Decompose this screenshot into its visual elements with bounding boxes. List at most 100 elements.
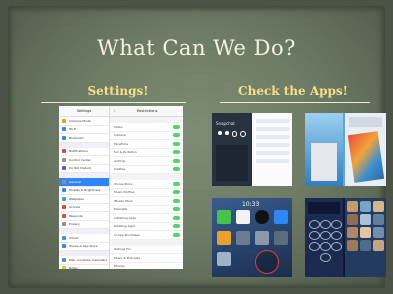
settings-list-item: Notes	[59, 264, 109, 269]
folder-icon	[274, 231, 288, 245]
restriction-label: FaceTime	[114, 141, 129, 146]
settings-item-icon	[62, 222, 66, 227]
settings-list: Settings Airplane Mode Wi-Fi Bluetooth Noti…	[59, 106, 110, 269]
toggle-switch	[173, 190, 180, 195]
settings-item-label: iCloud	[69, 235, 79, 240]
calculator-screen	[305, 198, 343, 277]
restriction-label: CarPlay	[114, 167, 126, 172]
settings-item-icon	[62, 166, 66, 171]
messages-icon	[217, 210, 231, 224]
restriction-label: AirDrop	[114, 158, 126, 163]
settings-item-icon	[62, 127, 66, 132]
toggle-switch	[173, 207, 180, 212]
settings-item-label: Airplane Mode	[69, 118, 91, 123]
highlighted-folder	[255, 250, 279, 274]
settings-item-label: iTunes & App Store	[69, 244, 98, 249]
settings-screenshot: Settings Airplane Mode Wi-Fi Bluetooth Noti…	[59, 106, 183, 269]
passcode-dots	[218, 131, 246, 137]
settings-item-icon	[62, 257, 66, 262]
restriction-row: Podcasts	[110, 205, 183, 214]
settings-list-title: Settings	[59, 106, 109, 117]
settings-list-item: Bluetooth	[59, 134, 109, 143]
restriction-row: Music Profiles	[110, 188, 183, 197]
app-screenshot-homescreen: 10:33	[212, 198, 292, 277]
restriction-row: Camera	[110, 131, 183, 140]
settings-list-item: Passcode	[59, 212, 109, 221]
restrictions-title: Restrictions	[136, 109, 158, 113]
folder-icon	[217, 231, 231, 245]
settings-item-label: Mail, Contacts, Calendars	[69, 257, 108, 262]
toggle-switch	[173, 215, 180, 220]
folder-icon	[255, 231, 269, 245]
settings-item-icon	[62, 235, 66, 240]
folder-icon	[217, 252, 231, 266]
toggle-switch	[173, 133, 180, 138]
settings-item-icon	[62, 149, 66, 154]
settings-item-label: Privacy	[69, 222, 80, 227]
toggle-switch	[173, 181, 180, 186]
slide-title: What Can We Do?	[97, 36, 296, 60]
settings-item-label: Display & Brightness	[69, 188, 101, 193]
photo-panel	[345, 113, 386, 186]
settings-list-item: Notifications	[59, 147, 109, 156]
settings-item-label: Passcode	[69, 213, 83, 218]
settings-item-label: Bluetooth	[69, 135, 84, 140]
settings-item-icon	[62, 244, 66, 249]
restriction-label: Music Profiles	[114, 190, 135, 195]
restriction-label: iTunes Store	[114, 181, 133, 186]
toggle-switch	[173, 224, 180, 229]
toggle-switch	[173, 141, 180, 146]
toggle-switch	[173, 167, 180, 172]
left-divider	[41, 102, 186, 103]
restriction-label: iBooks Store	[114, 198, 133, 203]
keypad	[216, 145, 248, 181]
settings-list-item: General	[59, 178, 109, 187]
restriction-row: Music & Podcasts	[110, 254, 183, 263]
settings-list-item: Privacy	[59, 220, 109, 229]
settings-item-label: Wallpaper	[69, 196, 85, 201]
settings-list-item: Sounds	[59, 203, 109, 212]
settings-item-icon	[62, 213, 66, 218]
restriction-row: Ratings For	[110, 245, 183, 254]
settings-list-item: Airplane Mode	[59, 117, 109, 126]
restriction-row: Movies	[110, 262, 183, 269]
settings-list-item: Do Not Disturb	[59, 164, 109, 173]
clock-time: 10:33	[242, 201, 260, 208]
restriction-label: Siri & Dictation	[114, 150, 137, 155]
settings-item-label: Sounds	[69, 205, 81, 210]
app-screenshot-vault	[305, 198, 386, 277]
restrictions-panel: ‹ Restrictions Safari Camera FaceTime Siri …	[110, 106, 183, 269]
passcode-caption: Snapchat	[216, 121, 235, 126]
passcode-panel: Snapchat	[212, 113, 252, 186]
settings-item-icon	[62, 196, 66, 201]
restriction-row: Deleting Apps	[110, 222, 183, 231]
toggle-switch	[173, 198, 180, 203]
app-screenshot-passcode: Snapchat	[212, 113, 292, 186]
settings-list-item: iTunes & App Store	[59, 242, 109, 251]
restriction-row: Installing Apps	[110, 214, 183, 223]
restriction-label: Installing Apps	[114, 215, 137, 220]
restriction-label: In-App Purchases	[114, 232, 140, 237]
presentation-slide: What Can We Do? Settings! Check the Apps…	[8, 6, 386, 288]
toggle-switch	[173, 124, 180, 129]
restriction-label: Music & Podcasts	[114, 255, 141, 260]
restriction-label: Ratings For	[114, 247, 131, 252]
restriction-row: CarPlay	[110, 165, 183, 174]
restriction-row: Siri & Dictation	[110, 148, 183, 157]
settings-item-icon	[62, 205, 66, 210]
restriction-label: Deleting Apps	[114, 224, 136, 229]
settings-heading: Settings!	[87, 84, 149, 98]
settings-item-icon	[62, 266, 66, 269]
restriction-row: Safari	[110, 123, 183, 132]
toggle-switch	[173, 150, 180, 155]
settings-item-label: Control Center	[69, 157, 91, 162]
settings-item-icon	[62, 135, 66, 140]
photo-grid	[345, 198, 386, 277]
app-list-panel	[253, 113, 292, 186]
settings-item-label: Notifications	[69, 149, 88, 154]
settings-list-item: iCloud	[59, 234, 109, 243]
settings-item-icon	[62, 157, 66, 162]
settings-item-icon	[62, 188, 66, 193]
toggle-switch	[173, 232, 180, 237]
settings-item-label: Notes	[69, 266, 78, 269]
